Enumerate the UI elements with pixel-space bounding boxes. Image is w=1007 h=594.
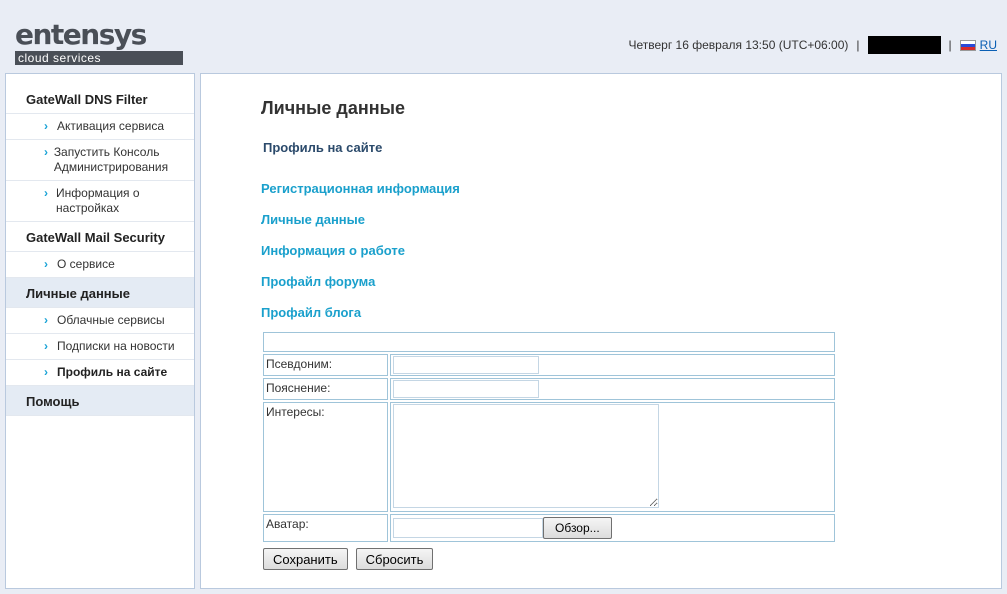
sidebar: GateWall DNS Filter › Активация сервиса … bbox=[5, 73, 195, 589]
sidebar-item-site-profile[interactable]: › Профиль на сайте bbox=[6, 360, 194, 386]
divider: | bbox=[948, 38, 952, 52]
note-cell bbox=[390, 378, 835, 400]
interests-textarea[interactable] bbox=[393, 404, 659, 508]
entensys-logo[interactable]: entensys cloud services bbox=[15, 18, 183, 65]
user-name-redacted[interactable] bbox=[867, 36, 941, 54]
language-link[interactable]: RU bbox=[980, 38, 997, 52]
sidebar-item-admin-console[interactable]: › Запустить Консоль Администрирования bbox=[6, 140, 194, 181]
chevron-right-icon: › bbox=[44, 145, 48, 159]
note-input[interactable] bbox=[393, 380, 539, 398]
pseudonym-cell bbox=[390, 354, 835, 376]
avatar-label: Аватар: bbox=[263, 514, 388, 542]
sidebar-item-label: Активация сервиса bbox=[57, 119, 165, 133]
russia-flag-icon bbox=[959, 39, 976, 51]
datetime: Четверг 16 февраля 13:50 (UTC+06:00) bbox=[628, 38, 849, 52]
sidebar-item-settings-info[interactable]: › Информация о настройках bbox=[6, 181, 194, 222]
sidebar-section-personal-data[interactable]: Личные данные bbox=[6, 278, 194, 308]
profile-form: Псевдоним: Пояснение: Интересы: Аватар: … bbox=[263, 332, 835, 570]
pseudonym-label: Псевдоним: bbox=[263, 354, 388, 376]
logo-text: entensys bbox=[15, 18, 147, 51]
sidebar-section-mail-security[interactable]: GateWall Mail Security bbox=[6, 222, 194, 252]
tab-registration-info[interactable]: Регистрационная информация bbox=[261, 181, 460, 196]
sidebar-item-label: Подписки на новости bbox=[57, 339, 175, 353]
browse-button[interactable]: Обзор... bbox=[543, 517, 612, 539]
main-panel: Личные данные Профиль на сайте Регистрац… bbox=[200, 73, 1002, 589]
sidebar-section-help[interactable]: Помощь bbox=[6, 386, 194, 416]
note-label: Пояснение: bbox=[263, 378, 388, 400]
interests-cell bbox=[390, 402, 835, 512]
sidebar-section-dns-filter[interactable]: GateWall DNS Filter bbox=[6, 74, 194, 114]
chevron-right-icon: › bbox=[44, 313, 48, 327]
form-header-row bbox=[263, 332, 835, 352]
interests-label: Интересы: bbox=[263, 402, 388, 512]
page-title: Личные данные bbox=[261, 98, 405, 118]
sidebar-item-subscriptions[interactable]: › Подписки на новости bbox=[6, 334, 194, 360]
chevron-right-icon: › bbox=[44, 365, 48, 379]
sidebar-item-label: Запустить Консоль Администрирования bbox=[53, 145, 169, 174]
sidebar-item-label: Информация о настройках bbox=[56, 186, 140, 215]
sidebar-item-label: О сервисе bbox=[57, 257, 115, 271]
chevron-right-icon: › bbox=[44, 186, 48, 200]
header-status: Четверг 16 февраля 13:50 (UTC+06:00) | |… bbox=[628, 36, 997, 54]
tab-forum-profile[interactable]: Профайл форума bbox=[261, 274, 375, 289]
chevron-right-icon: › bbox=[44, 339, 48, 353]
pseudonym-input[interactable] bbox=[393, 356, 539, 374]
save-button[interactable]: Сохранить bbox=[263, 548, 348, 570]
sidebar-item-about-service[interactable]: › О сервисе bbox=[6, 252, 194, 278]
section-subtitle: Профиль на сайте bbox=[263, 140, 383, 155]
tab-work-info[interactable]: Информация о работе bbox=[261, 243, 405, 258]
sidebar-item-activation[interactable]: › Активация сервиса bbox=[6, 114, 194, 140]
chevron-right-icon: › bbox=[44, 119, 48, 133]
divider: | bbox=[856, 38, 860, 52]
reset-button[interactable]: Сбросить bbox=[355, 548, 434, 570]
sidebar-item-cloud-services[interactable]: › Облачные сервисы bbox=[6, 308, 194, 334]
logo-subtitle: cloud services bbox=[15, 51, 183, 65]
sidebar-item-label: Профиль на сайте bbox=[57, 365, 168, 379]
avatar-file-field[interactable] bbox=[393, 518, 543, 538]
avatar-cell: Обзор... bbox=[390, 514, 835, 542]
chevron-right-icon: › bbox=[44, 257, 48, 271]
tab-personal-data[interactable]: Личные данные bbox=[261, 212, 365, 227]
tab-blog-profile[interactable]: Профайл блога bbox=[261, 305, 361, 320]
sidebar-item-label: Облачные сервисы bbox=[57, 313, 165, 327]
